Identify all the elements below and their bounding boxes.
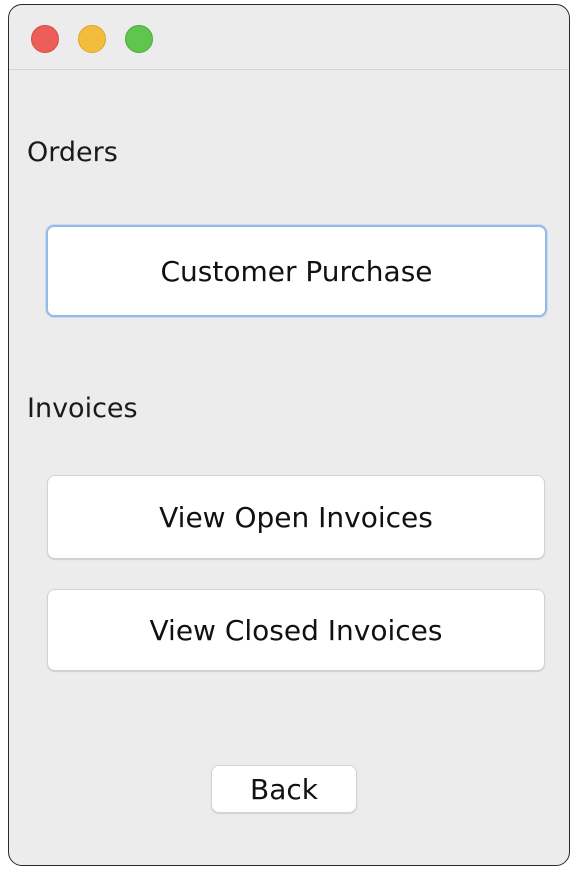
view-closed-invoices-button-label: View Closed Invoices xyxy=(149,613,443,647)
title-bar xyxy=(9,5,569,70)
back-button-label: Back xyxy=(250,772,318,806)
view-open-invoices-button[interactable]: View Open Invoices xyxy=(47,475,545,559)
close-window-icon[interactable] xyxy=(31,25,59,53)
customer-purchase-button[interactable]: Customer Purchase xyxy=(46,225,547,317)
orders-section-label: Orders xyxy=(27,137,118,168)
app-window: Orders Customer Purchase Invoices View O… xyxy=(8,4,570,866)
back-button[interactable]: Back xyxy=(211,765,357,813)
minimize-window-icon[interactable] xyxy=(78,25,106,53)
invoices-section-label: Invoices xyxy=(27,393,138,424)
view-closed-invoices-button[interactable]: View Closed Invoices xyxy=(47,589,545,671)
zoom-window-icon[interactable] xyxy=(125,25,153,53)
view-open-invoices-button-label: View Open Invoices xyxy=(159,500,433,534)
customer-purchase-button-label: Customer Purchase xyxy=(160,254,433,288)
